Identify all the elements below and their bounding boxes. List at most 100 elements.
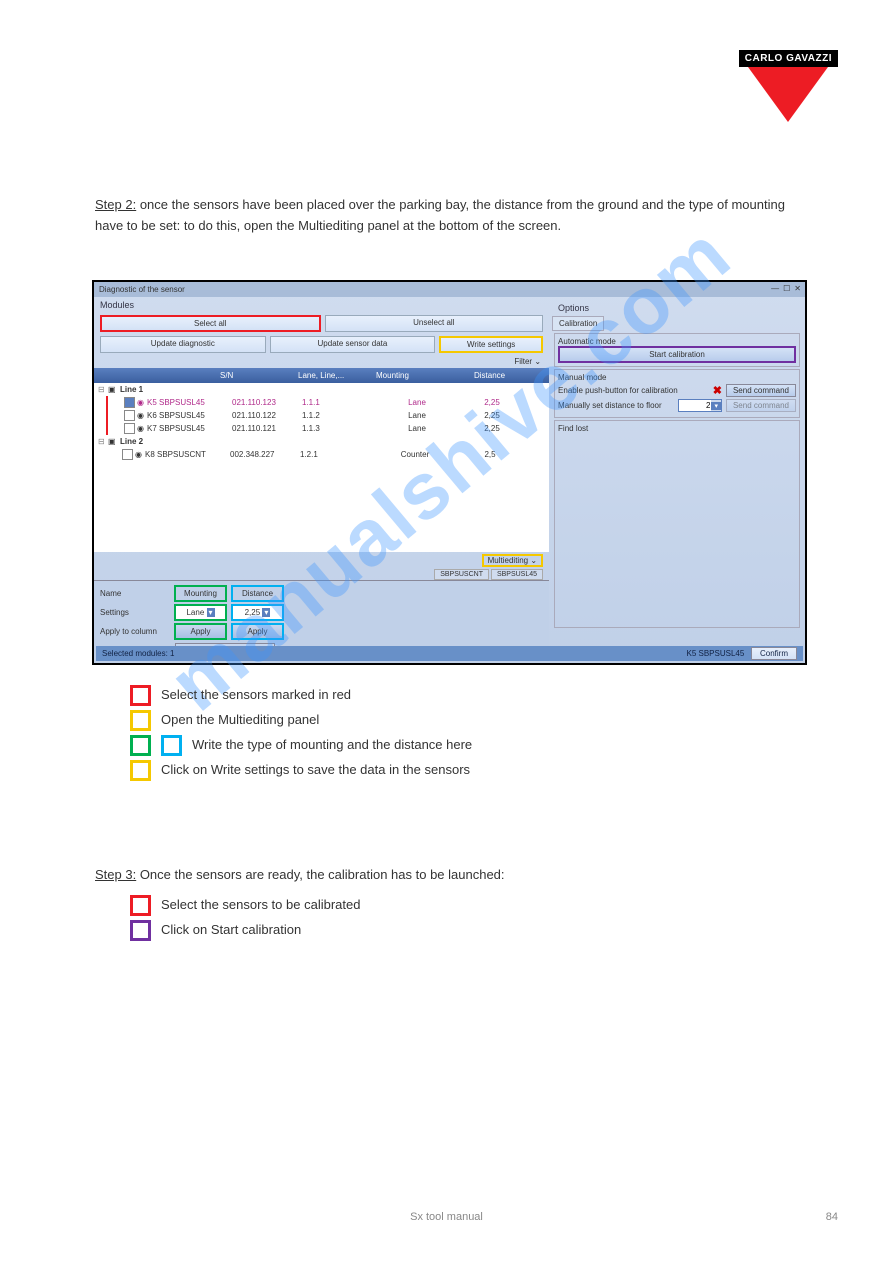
red-box-icon <box>130 685 151 706</box>
page-number: 84 <box>826 1211 838 1223</box>
modules-header: Modules <box>94 297 549 313</box>
row-name: K5 SBPSUSL45 <box>147 398 232 407</box>
filter-label[interactable]: Filter <box>514 357 532 366</box>
row-dist: 2,25 <box>462 398 522 407</box>
row-line: 1.1.1 <box>302 398 372 407</box>
manual-distance-label: Manually set distance to floor <box>558 401 674 410</box>
minimize-icon[interactable]: — <box>771 284 779 293</box>
brand-logo: CARLO GAVAZZI <box>739 50 838 122</box>
row-sn: 021.110.122 <box>232 411 302 420</box>
chevron-down-icon[interactable]: ⌄ <box>534 357 541 366</box>
distance-value-input[interactable] <box>679 400 711 411</box>
update-sensor-data-button[interactable]: Update sensor data <box>270 336 436 353</box>
close-icon[interactable]: ✕ <box>794 284 801 293</box>
legend-text: Click on Start calibration <box>161 920 301 941</box>
status-bar: Selected modules: 1 K5 SBPSUSL45 Confirm <box>96 646 803 661</box>
cross-icon[interactable]: ✖ <box>713 384 722 397</box>
screenshot-container: Diagnostic of the sensor — ☐ ✕ Modules S… <box>92 280 807 665</box>
tab-sbpsusl45[interactable]: SBPSUSL45 <box>491 569 543 580</box>
spinner-icon[interactable]: ▾ <box>262 608 270 617</box>
update-diagnostic-button[interactable]: Update diagnostic <box>100 336 266 353</box>
unselect-all-button[interactable]: Unselect all <box>325 315 544 332</box>
dropdown-icon[interactable]: ▾ <box>207 608 215 617</box>
automatic-mode-box: Automatic mode Start calibration <box>554 333 800 367</box>
checkbox-icon[interactable] <box>124 397 135 408</box>
row-mount: Lane <box>372 424 462 433</box>
checkbox-icon[interactable] <box>124 410 135 421</box>
yellow-box-icon <box>130 760 151 781</box>
step2-body: once the sensors have been placed over t… <box>95 197 785 233</box>
sensor-icon: ◉ <box>137 424 147 433</box>
legend-block-1: Select the sensors marked in red Open th… <box>130 685 800 785</box>
auto-mode-label: Automatic mode <box>558 337 796 346</box>
row-line: 1.2.1 <box>300 450 370 459</box>
write-settings-button[interactable]: Write settings <box>439 336 543 353</box>
logo-triangle-icon <box>748 67 828 122</box>
step3-label: Step 3: <box>95 867 136 882</box>
green-box-icon <box>130 735 151 756</box>
checkbox-icon[interactable] <box>124 423 135 434</box>
mounting-input[interactable]: Lane ▾ <box>174 604 227 621</box>
options-header: Options <box>552 300 802 316</box>
legend-text: Write the type of mounting and the dista… <box>192 735 472 756</box>
name-label: Name <box>100 589 170 598</box>
sensor-icon: ◉ <box>137 398 147 407</box>
maximize-icon[interactable]: ☐ <box>783 284 790 293</box>
purple-box-icon <box>130 920 151 941</box>
spinner-icon[interactable]: ▾ <box>711 402 721 410</box>
table-row[interactable]: ◉ K7 SBPSUSL45 021.110.121 1.1.3 Lane 2,… <box>108 422 549 435</box>
sensor-icon: ◉ <box>135 450 145 459</box>
apply-distance-button[interactable]: Apply <box>231 623 284 640</box>
logo-text: CARLO GAVAZZI <box>739 50 838 67</box>
status-module: K5 SBPSUSL45 <box>687 649 745 658</box>
red-box-icon <box>130 895 151 916</box>
footer-text: Sx tool manual <box>0 1211 893 1223</box>
window-title: Diagnostic of the sensor <box>99 285 185 294</box>
row-dist: 2,5 <box>460 450 520 459</box>
legend-block-2: Select the sensors to be calibrated Clic… <box>130 895 800 945</box>
collapse-icon[interactable]: ⊟ <box>98 437 108 446</box>
table-row[interactable]: ◉ K5 SBPSUSL45 021.110.123 1.1.1 Lane 2,… <box>108 396 549 409</box>
row-sn: 002.348.227 <box>230 450 300 459</box>
collapse-icon[interactable]: ⊟ <box>98 385 108 394</box>
window-titlebar: Diagnostic of the sensor — ☐ ✕ <box>94 282 805 297</box>
distance-stepper[interactable]: ▾ <box>678 399 722 412</box>
row-mount: Lane <box>372 398 462 407</box>
send-command-button[interactable]: Send command <box>726 384 796 397</box>
start-calibration-button[interactable]: Start calibration <box>558 346 796 363</box>
col-mounting: Mounting <box>372 371 470 380</box>
table-row[interactable]: ◉ K6 SBPSUSL45 021.110.122 1.1.2 Lane 2,… <box>108 409 549 422</box>
grid-body: ⊟ ▣ Line 1 ◉ K5 SBPSUSL45 021.110.123 1.… <box>94 383 549 552</box>
mounting-header: Mounting <box>174 585 227 602</box>
calibration-tab[interactable]: Calibration <box>552 316 604 331</box>
status-selected: Selected modules: 1 <box>102 649 175 658</box>
tab-sbpsuscnt[interactable]: SBPSUSCNT <box>434 569 489 580</box>
yellow-box-icon <box>130 710 151 731</box>
picture-icon: ▣ <box>108 437 120 446</box>
confirm-button[interactable]: Confirm <box>751 647 797 660</box>
enable-push-label: Enable push-button for calibration <box>558 386 709 395</box>
sensor-icon: ◉ <box>137 411 147 420</box>
legend-text: Click on Write settings to save the data… <box>161 760 470 781</box>
row-sn: 021.110.123 <box>232 398 302 407</box>
select-all-button[interactable]: Select all <box>100 315 321 332</box>
intro-text: Step 2: once the sensors have been place… <box>95 195 805 247</box>
group-row[interactable]: ⊟ ▣ Line 1 <box>94 383 549 396</box>
distance-input[interactable]: 2,25 ▾ <box>231 604 284 621</box>
multiediting-toggle[interactable]: Multiediting ⌄ <box>482 554 543 567</box>
apply-column-label: Apply to column <box>100 627 170 636</box>
cyan-box-icon <box>161 735 182 756</box>
distance-header: Distance <box>231 585 284 602</box>
row-name: K8 SBPSUSCNT <box>145 450 230 459</box>
row-line: 1.1.2 <box>302 411 372 420</box>
col-line: Lane, Line,... <box>294 371 372 380</box>
settings-label: Settings <box>100 608 170 617</box>
group-row[interactable]: ⊟ ▣ Line 2 <box>94 435 549 448</box>
table-row[interactable]: ◉ K8 SBPSUSCNT 002.348.227 1.2.1 Counter… <box>106 448 549 461</box>
step3-text: Step 3: Once the sensors are ready, the … <box>95 865 805 886</box>
checkbox-icon[interactable] <box>122 449 133 460</box>
apply-mounting-button[interactable]: Apply <box>174 623 227 640</box>
find-lost-label: Find lost <box>558 424 796 433</box>
row-dist: 2,25 <box>462 411 522 420</box>
manual-mode-box: Manual mode Enable push-button for calib… <box>554 369 800 418</box>
